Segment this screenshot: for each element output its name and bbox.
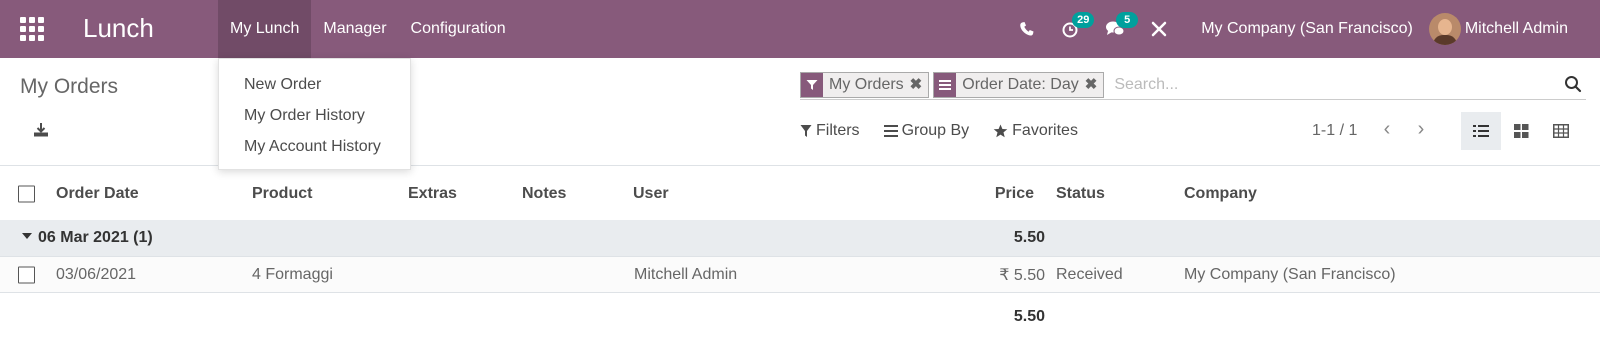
menu-manager[interactable]: Manager: [311, 0, 398, 58]
select-all-checkbox[interactable]: [18, 185, 35, 202]
kanban-view-icon[interactable]: [1501, 112, 1541, 150]
group-row[interactable]: 06 Mar 2021 (1) 5.50: [0, 220, 1600, 256]
menu-configuration[interactable]: Configuration: [399, 0, 518, 58]
user-avatar[interactable]: [1428, 13, 1461, 45]
menu-my-account-history[interactable]: My Account History: [219, 131, 410, 162]
messages-icon[interactable]: 5: [1102, 12, 1139, 42]
table-row[interactable]: 03/06/2021 4 Formaggi Mitchell Admin ₹ 5…: [0, 256, 1600, 293]
search-icon[interactable]: [1564, 75, 1584, 95]
facet-remove-icon[interactable]: ✖: [1083, 73, 1104, 97]
table-footer: 5.50: [0, 293, 1600, 341]
message-count-badge: 5: [1116, 12, 1139, 28]
caret-down-icon: [22, 232, 32, 239]
pager-value[interactable]: 1-1 / 1: [1312, 122, 1357, 140]
col-order-date[interactable]: Order Date: [56, 185, 139, 203]
row-checkbox[interactable]: [18, 266, 35, 283]
groupby-label: Group By: [901, 122, 970, 139]
activity-count-badge: 29: [1072, 12, 1095, 28]
footer-total: 5.50: [1013, 308, 1045, 325]
group-label: 06 Mar 2021 (1): [22, 229, 153, 247]
groupby-icon: [883, 125, 898, 137]
apps-menu-icon[interactable]: [14, 14, 50, 44]
filters-button[interactable]: Filters: [800, 122, 860, 140]
search-facet-groupby: Order Date: Day ✖: [933, 71, 1105, 98]
activity-clock-icon[interactable]: 29: [1058, 12, 1095, 42]
systray: 29 5 My Company (San Francisco) Mitchell…: [1005, 0, 1600, 58]
user-menu[interactable]: Mitchell Admin: [1465, 20, 1568, 38]
favorites-button[interactable]: Favorites: [993, 122, 1078, 140]
pivot-view-icon[interactable]: [1541, 112, 1581, 150]
search-facet-filter: My Orders ✖: [800, 71, 930, 98]
group-label-text: 06 Mar 2021 (1): [38, 229, 153, 246]
col-price[interactable]: Price: [995, 185, 1034, 203]
cell-price: ₹ 5.50: [999, 266, 1045, 284]
pager-previous-icon[interactable]: ‹: [1377, 118, 1397, 142]
filter-icon: [800, 125, 812, 137]
debug-tools-icon[interactable]: [1146, 16, 1172, 42]
groupby-icon: [934, 72, 957, 97]
cell-user: Mitchell Admin: [634, 265, 738, 283]
col-product[interactable]: Product: [252, 185, 312, 203]
list-view-icon[interactable]: [1461, 112, 1501, 150]
download-icon[interactable]: [32, 121, 50, 139]
col-status[interactable]: Status: [1056, 185, 1105, 203]
search-bar: My Orders ✖ Order Date: Day ✖: [800, 70, 1586, 100]
view-switcher: [1461, 112, 1581, 150]
app-brand[interactable]: Lunch: [83, 13, 154, 44]
menu-new-order[interactable]: New Order: [219, 69, 410, 100]
phone-icon[interactable]: [1014, 16, 1040, 42]
group-total: 5.50: [1013, 229, 1045, 246]
search-input[interactable]: [1108, 71, 1564, 98]
search-options: Filters Group By Favorites: [800, 122, 1102, 140]
facet-label: Order Date: Day: [962, 75, 1079, 93]
cell-date: 03/06/2021: [56, 265, 137, 283]
company-switcher[interactable]: My Company (San Francisco): [1201, 20, 1413, 38]
groupby-button[interactable]: Group By: [883, 122, 970, 140]
facet-label: My Orders: [829, 75, 904, 93]
col-notes[interactable]: Notes: [522, 185, 566, 203]
facet-remove-icon[interactable]: ✖: [908, 73, 929, 97]
favorites-label: Favorites: [1012, 122, 1078, 139]
main-menu: My Lunch Manager Configuration: [218, 0, 518, 58]
cell-company: My Company (San Francisco): [1184, 265, 1396, 283]
page-title: My Orders: [20, 75, 119, 98]
main-navbar: Lunch My Lunch Manager Configuration 29 …: [0, 0, 1600, 58]
pager-next-icon[interactable]: ›: [1411, 118, 1431, 142]
filters-label: Filters: [816, 122, 860, 139]
col-user[interactable]: User: [633, 185, 669, 203]
cell-status: Received: [1056, 265, 1123, 283]
menu-my-order-history[interactable]: My Order History: [219, 100, 410, 131]
menu-my-lunch[interactable]: My Lunch: [218, 0, 312, 58]
col-extras[interactable]: Extras: [408, 185, 457, 203]
orders-list: Order Date Product Extras Notes User Pri…: [0, 167, 1600, 341]
table-header: Order Date Product Extras Notes User Pri…: [0, 167, 1600, 220]
filter-icon: [801, 72, 823, 97]
star-icon: [993, 124, 1008, 138]
cell-product: 4 Formaggi: [252, 265, 333, 283]
col-company[interactable]: Company: [1184, 185, 1257, 203]
my-lunch-dropdown: New Order My Order History My Account Hi…: [218, 58, 411, 170]
